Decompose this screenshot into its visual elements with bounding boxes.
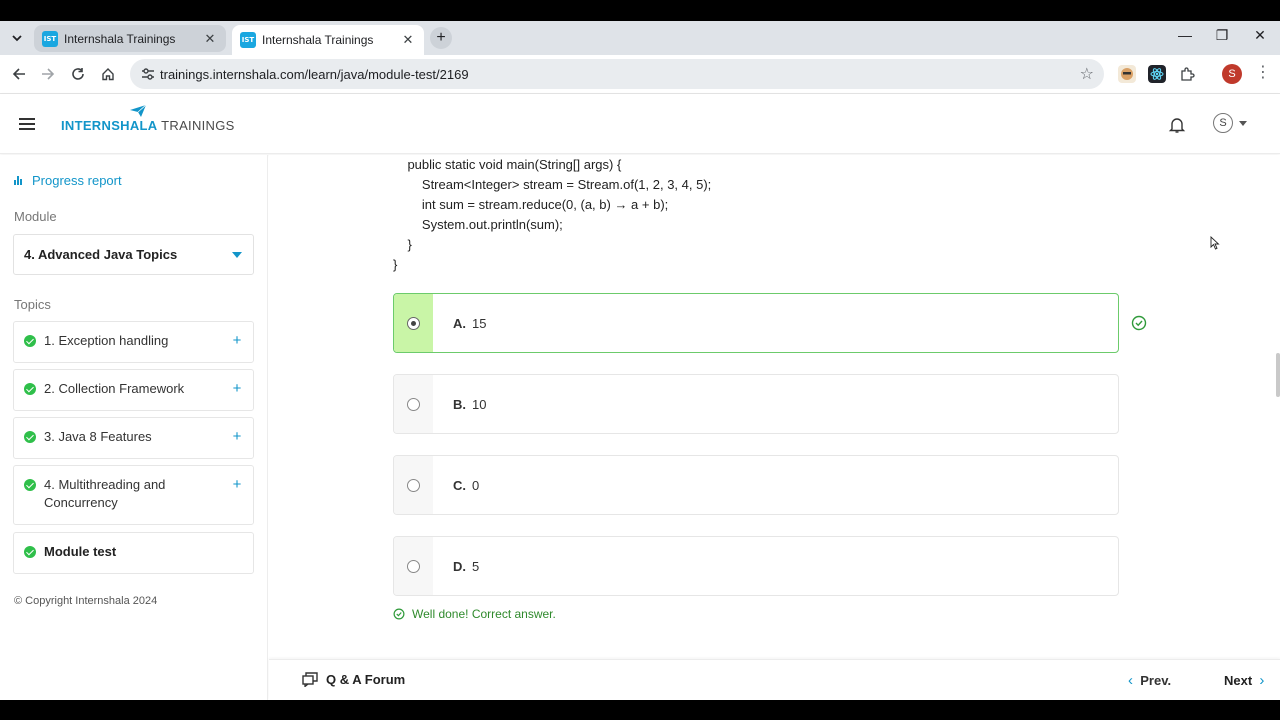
minimize-icon[interactable]: — (1175, 27, 1195, 43)
completed-check-icon (24, 335, 36, 347)
page-scrollbar-thumb[interactable] (1276, 353, 1280, 397)
browser-profile-avatar[interactable]: S (1222, 64, 1242, 84)
module-select-value: 4. Advanced Java Topics (24, 247, 178, 262)
option-letter: D. (453, 558, 466, 574)
code-line: public static void main(String[] args) { (393, 157, 622, 172)
bookmark-star-icon[interactable]: ☆ (1080, 64, 1094, 84)
answer-option-a[interactable]: A. 15 (393, 293, 1119, 353)
user-avatar[interactable]: S (1213, 113, 1233, 133)
radio-unselected[interactable] (407, 397, 420, 411)
expand-plus-icon[interactable]: + (231, 333, 243, 348)
internshala-trainings-logo[interactable]: INTERNSHALA TRAININGS (61, 118, 235, 133)
internshala-favicon-icon: IST (42, 30, 58, 47)
tab-close-icon[interactable]: ✕ (202, 31, 218, 47)
option-letter: A. (453, 315, 466, 331)
prev-button[interactable]: ‹ Prev. (1128, 672, 1171, 689)
hamburger-menu-icon[interactable] (19, 118, 35, 130)
topic-item-exception-handling[interactable]: 1. Exception handling + (13, 321, 254, 363)
browser-tab-1[interactable]: IST Internshala Trainings ✕ (34, 25, 226, 52)
browser-menu-kebab-icon[interactable]: ⋮ (1255, 64, 1271, 84)
sidebar: Progress report Module 4. Advanced Java … (0, 155, 268, 700)
correct-check-circle-icon (1131, 315, 1147, 331)
answer-feedback: Well done! Correct answer. (393, 607, 556, 621)
tab-title: Internshala Trainings (262, 33, 374, 47)
success-check-circle-icon (393, 608, 405, 620)
bar-chart-icon (14, 176, 23, 185)
progress-report-link[interactable]: Progress report (14, 173, 122, 188)
code-line: } (393, 257, 398, 272)
topic-item-collection-framework[interactable]: 2. Collection Framework + (13, 369, 254, 411)
user-menu-caret-down-icon[interactable] (1239, 121, 1247, 126)
mouse-cursor-icon (1210, 236, 1220, 250)
window-close-icon[interactable]: ✕ (1250, 27, 1270, 44)
option-text: 15 (472, 315, 487, 331)
qa-forum-button[interactable]: Q & A Forum (302, 672, 405, 687)
completed-check-icon (24, 479, 36, 491)
option-text: 5 (472, 558, 480, 574)
extension-avatar-icon[interactable] (1118, 65, 1136, 83)
module-select[interactable]: 4. Advanced Java Topics (13, 234, 254, 275)
option-text: 10 (472, 396, 487, 412)
chevron-left-icon: ‹ (1128, 672, 1133, 689)
expand-plus-icon[interactable]: + (231, 429, 243, 444)
browser-toolbar: trainings.internshala.com/learn/java/mod… (0, 55, 1280, 94)
expand-plus-icon[interactable]: + (231, 381, 243, 396)
option-text: 0 (472, 477, 480, 493)
code-line: int sum = stream.reduce(0, (a, b) → a + … (393, 197, 669, 212)
radio-unselected[interactable] (407, 478, 420, 492)
address-bar[interactable]: trainings.internshala.com/learn/java/mod… (130, 59, 1104, 89)
browser-tab-2[interactable]: IST Internshala Trainings ✕ (232, 25, 424, 55)
chevron-right-icon: › (1259, 672, 1265, 689)
forward-arrow-icon[interactable] (38, 64, 58, 84)
forum-chat-icon (302, 672, 318, 687)
topic-item-multithreading[interactable]: 4. Multithreading and Concurrency + (13, 465, 254, 525)
bottom-nav-bar: Q & A Forum ‹ Prev. Next › (269, 659, 1280, 700)
code-line: } (393, 237, 412, 252)
next-button[interactable]: Next › (1224, 672, 1264, 689)
caret-down-icon (232, 252, 242, 258)
code-line: Stream<Integer> stream = Stream.of(1, 2,… (393, 177, 712, 192)
module-section-label: Module (14, 209, 57, 224)
code-snippet: public static void main(String[] args) {… (393, 155, 711, 275)
react-devtools-extension-icon[interactable] (1148, 65, 1166, 83)
site-info-tune-icon[interactable] (140, 66, 156, 82)
option-letter: C. (453, 477, 466, 493)
question-panel: public static void main(String[] args) {… (269, 155, 1280, 655)
answer-option-d[interactable]: D. 5 (393, 536, 1119, 596)
tab-search-chevron-down-icon[interactable] (8, 29, 26, 47)
notification-bell-icon[interactable] (1168, 116, 1186, 134)
site-header: INTERNSHALA TRAININGS S (0, 94, 1280, 154)
option-letter: B. (453, 396, 466, 412)
completed-check-icon (24, 383, 36, 395)
topics-section-label: Topics (14, 297, 51, 312)
tab-close-icon[interactable]: ✕ (400, 32, 416, 48)
radio-unselected[interactable] (407, 559, 420, 573)
topic-item-module-test[interactable]: Module test (13, 532, 254, 574)
tab-title: Internshala Trainings (64, 31, 176, 46)
reload-icon[interactable] (68, 64, 88, 84)
expand-plus-icon[interactable]: + (231, 477, 243, 492)
address-bar-url: trainings.internshala.com/learn/java/mod… (160, 66, 469, 82)
browser-tabstrip: IST Internshala Trainings ✕ IST Internsh… (0, 21, 1280, 55)
home-icon[interactable] (98, 64, 118, 84)
internshala-favicon-icon: IST (240, 32, 256, 48)
paper-plane-logo-icon (130, 105, 146, 117)
radio-selected[interactable] (407, 316, 420, 330)
code-line: System.out.println(sum); (393, 217, 563, 232)
screen-top-border (0, 0, 1280, 21)
answer-option-b[interactable]: B. 10 (393, 374, 1119, 434)
topic-item-java-8-features[interactable]: 3. Java 8 Features + (13, 417, 254, 459)
screen-bottom-border (0, 700, 1280, 720)
extensions-puzzle-icon[interactable] (1178, 65, 1196, 83)
page: INTERNSHALA TRAININGS S Progress report … (0, 94, 1280, 700)
maximize-icon[interactable]: ❐ (1212, 27, 1232, 44)
copyright-text: © Copyright Internshala 2024 (14, 595, 158, 607)
completed-check-icon (24, 431, 36, 443)
answer-option-c[interactable]: C. 0 (393, 455, 1119, 515)
completed-check-icon (24, 546, 36, 558)
back-arrow-icon[interactable] (9, 64, 29, 84)
new-tab-plus-icon[interactable]: + (430, 27, 452, 49)
